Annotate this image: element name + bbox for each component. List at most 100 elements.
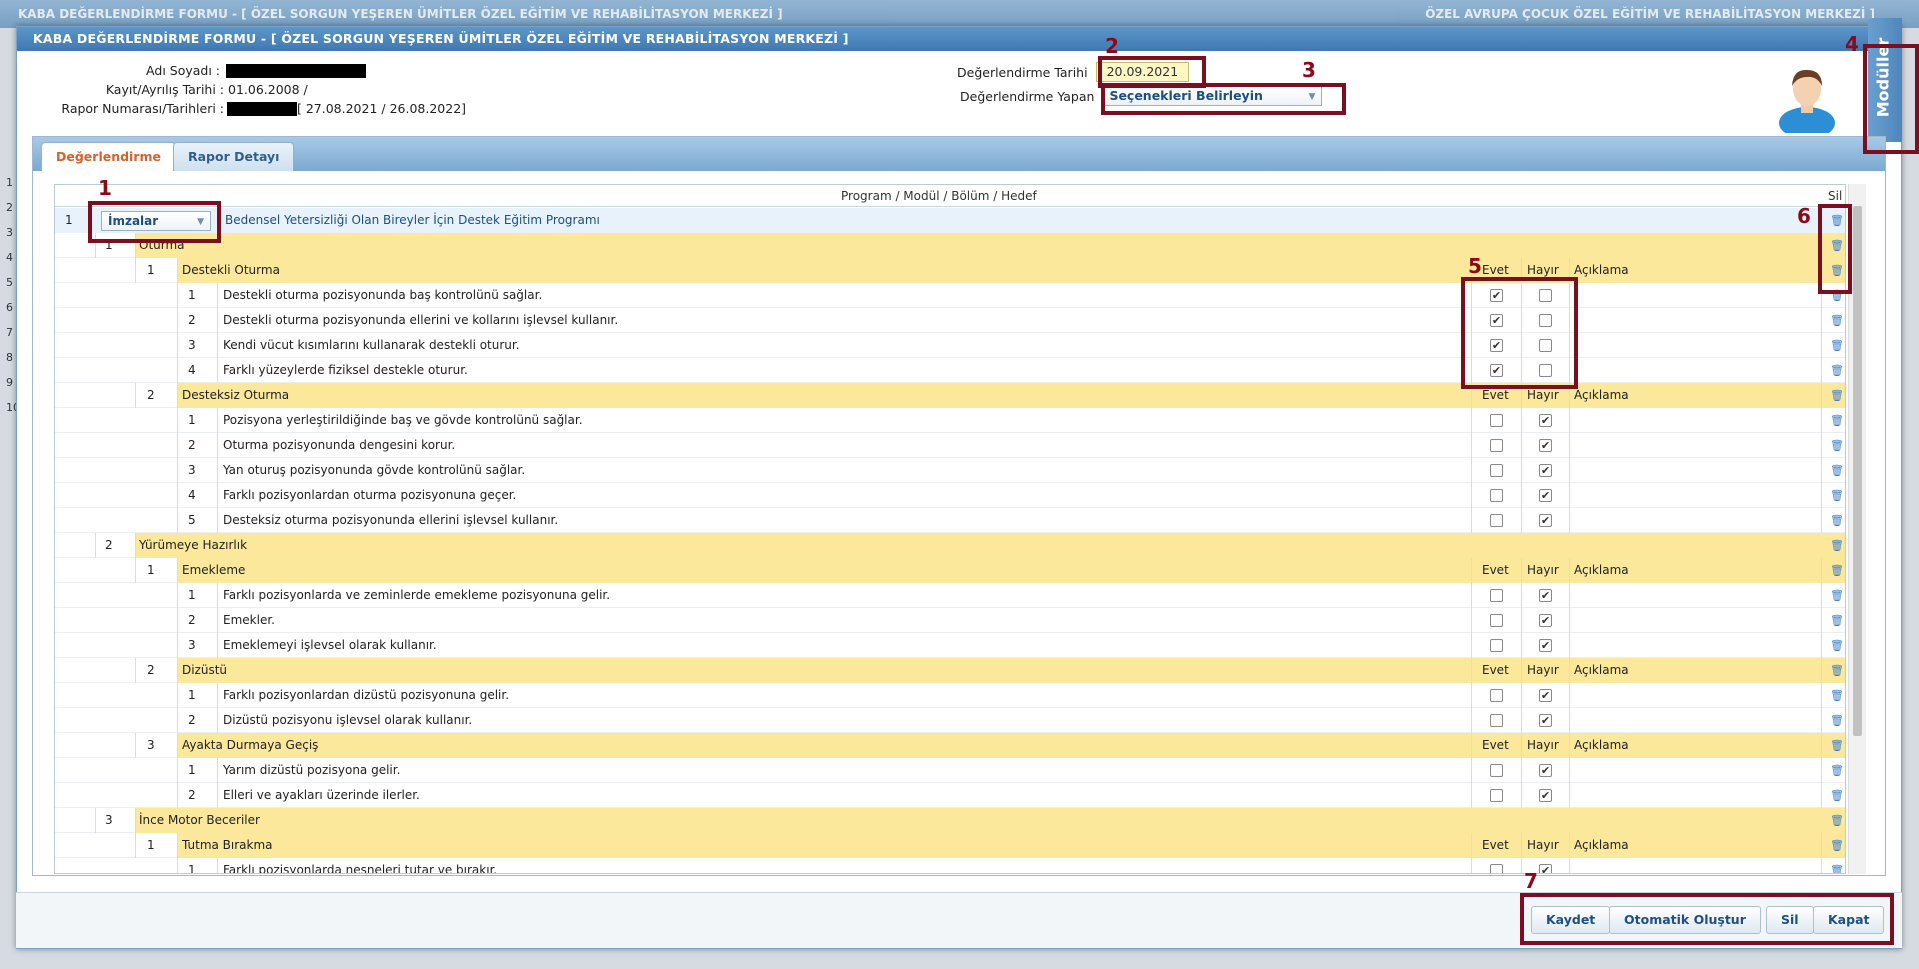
divider (1569, 558, 1570, 583)
redacted-rapor (227, 101, 297, 116)
yes-checkbox[interactable] (1490, 764, 1503, 777)
trash-icon[interactable]: 🗑 (1830, 564, 1844, 577)
description-field[interactable] (1575, 408, 1815, 433)
description-field[interactable] (1575, 308, 1815, 333)
description-field[interactable] (1575, 858, 1815, 873)
item-text: Dizüstü pozisyonu işlevsel olarak kullan… (223, 713, 473, 727)
no-checkbox[interactable]: ✔ (1539, 464, 1552, 477)
yes-checkbox[interactable] (1490, 464, 1503, 477)
no-checkbox[interactable]: ✔ (1539, 489, 1552, 502)
trash-icon[interactable]: 🗑 (1830, 664, 1844, 677)
no-checkbox[interactable]: ✔ (1539, 414, 1552, 427)
no-checkbox[interactable]: ✔ (1539, 589, 1552, 602)
trash-icon[interactable]: 🗑 (1830, 764, 1844, 777)
description-field[interactable] (1575, 683, 1815, 708)
yes-column-label: Evet (1482, 738, 1509, 752)
yes-checkbox[interactable] (1490, 589, 1503, 602)
yes-checkbox[interactable] (1490, 789, 1503, 802)
trash-icon[interactable]: 🗑 (1830, 314, 1844, 327)
trash-icon[interactable]: 🗑 (1830, 339, 1844, 352)
yes-checkbox[interactable] (1490, 689, 1503, 702)
item-number: 2 (188, 438, 196, 452)
yes-checkbox[interactable] (1490, 639, 1503, 652)
description-field[interactable] (1575, 608, 1815, 633)
annotation-label-5: 5 (1468, 254, 1482, 278)
trash-icon[interactable]: 🗑 (1830, 864, 1844, 873)
item-number: 2 (188, 613, 196, 627)
yes-checkbox[interactable] (1490, 514, 1503, 527)
section-title: Destekli Oturma (182, 263, 280, 277)
yes-checkbox[interactable] (1490, 489, 1503, 502)
item-row: 2 Dizüstü pozisyonu işlevsel olarak kulla… (55, 708, 1845, 733)
no-checkbox[interactable]: ✔ (1539, 514, 1552, 527)
trash-icon[interactable]: 🗑 (1830, 389, 1844, 402)
trash-icon[interactable]: 🗑 (1830, 514, 1844, 527)
trash-icon[interactable]: 🗑 (1830, 464, 1844, 477)
trash-icon[interactable]: 🗑 (1830, 689, 1844, 702)
trash-icon[interactable]: 🗑 (1830, 414, 1844, 427)
description-field[interactable] (1575, 433, 1815, 458)
divider (217, 858, 218, 873)
divider (177, 858, 178, 873)
description-field[interactable] (1575, 483, 1815, 508)
divider (177, 608, 178, 633)
divider (217, 633, 218, 658)
no-checkbox[interactable]: ✔ (1539, 764, 1552, 777)
section-title: Desteksiz Oturma (182, 388, 290, 402)
divider (1521, 483, 1522, 508)
description-field[interactable] (1575, 508, 1815, 533)
section-number: 3 (147, 738, 155, 752)
yes-checkbox[interactable] (1490, 864, 1503, 873)
trash-icon[interactable]: 🗑 (1830, 489, 1844, 502)
divider (1569, 833, 1570, 858)
description-field[interactable] (1575, 583, 1815, 608)
description-field[interactable] (1575, 758, 1815, 783)
trash-icon[interactable]: 🗑 (1830, 539, 1844, 552)
no-checkbox[interactable]: ✔ (1539, 614, 1552, 627)
divider (217, 333, 218, 358)
yes-checkbox[interactable] (1490, 414, 1503, 427)
bg-row-num: 4 (6, 251, 13, 264)
no-checkbox[interactable]: ✔ (1539, 689, 1552, 702)
trash-icon[interactable]: 🗑 (1830, 739, 1844, 752)
item-row: 2 Elleri ve ayakları üzerinde ilerler. ✔ 🗑 (55, 783, 1845, 808)
yes-checkbox[interactable] (1490, 714, 1503, 727)
divider (1521, 558, 1522, 583)
divider (177, 458, 178, 483)
description-field[interactable] (1575, 283, 1815, 308)
trash-icon[interactable]: 🗑 (1830, 814, 1844, 827)
name-label: Adı Soyadı : (146, 63, 220, 78)
divider (1569, 583, 1570, 608)
description-field[interactable] (1575, 633, 1815, 658)
divider (1569, 483, 1570, 508)
bg-row-num: 7 (6, 326, 13, 339)
no-checkbox[interactable]: ✔ (1539, 864, 1552, 873)
trash-icon[interactable]: 🗑 (1830, 789, 1844, 802)
tab-rapor-detayi[interactable]: Rapor Detayı (173, 142, 295, 171)
description-field[interactable] (1575, 708, 1815, 733)
description-field[interactable] (1575, 783, 1815, 808)
description-field[interactable] (1575, 333, 1815, 358)
trash-icon[interactable]: 🗑 (1830, 839, 1844, 852)
description-field[interactable] (1575, 458, 1815, 483)
scrollbar-thumb[interactable] (1853, 206, 1862, 736)
trash-icon[interactable]: 🗑 (1830, 639, 1844, 652)
no-checkbox[interactable]: ✔ (1539, 789, 1552, 802)
eval-date-label: Değerlendirme Tarihi (957, 64, 1088, 80)
trash-icon[interactable]: 🗑 (1830, 439, 1844, 452)
trash-icon[interactable]: 🗑 (1830, 364, 1844, 377)
description-field[interactable] (1575, 358, 1815, 383)
tab-degerlendirme[interactable]: Değerlendirme (41, 142, 177, 171)
divider (1569, 858, 1570, 873)
trash-icon[interactable]: 🗑 (1830, 589, 1844, 602)
yes-checkbox[interactable] (1490, 439, 1503, 452)
no-checkbox[interactable]: ✔ (1539, 439, 1552, 452)
no-checkbox[interactable]: ✔ (1539, 639, 1552, 652)
divider (1471, 608, 1472, 633)
no-checkbox[interactable]: ✔ (1539, 714, 1552, 727)
item-number: 4 (188, 488, 196, 502)
divider (177, 783, 178, 808)
yes-checkbox[interactable] (1490, 614, 1503, 627)
trash-icon[interactable]: 🗑 (1830, 714, 1844, 727)
trash-icon[interactable]: 🗑 (1830, 614, 1844, 627)
